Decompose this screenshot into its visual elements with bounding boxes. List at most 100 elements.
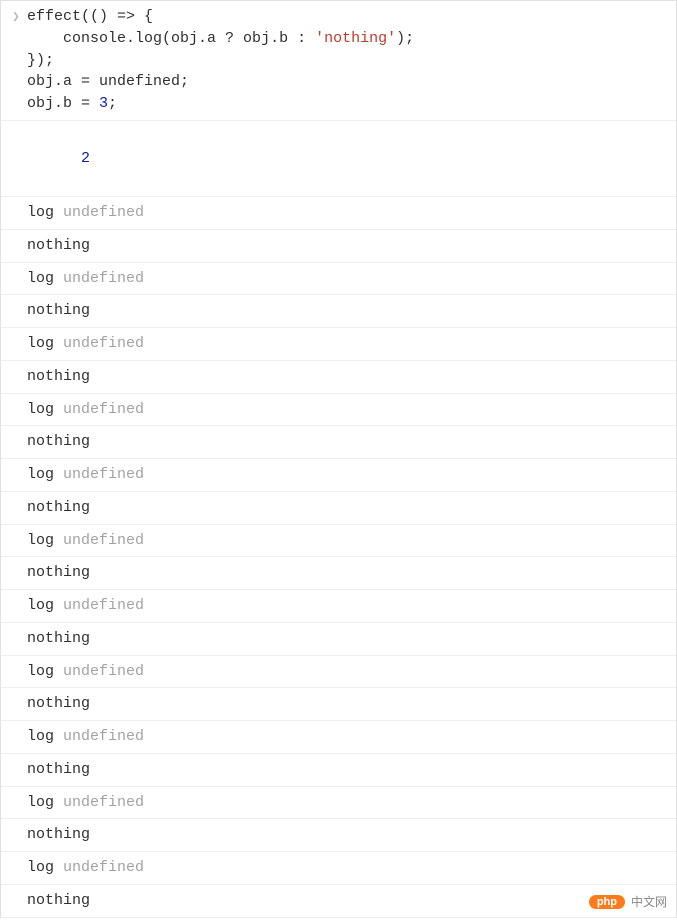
log-value: undefined bbox=[54, 663, 144, 680]
log-method-label: log bbox=[27, 335, 54, 352]
console-input-row[interactable]: ❯ effect(() => { console.log(obj.a ? obj… bbox=[1, 1, 676, 121]
msg-gutter bbox=[5, 759, 27, 761]
log-gutter bbox=[5, 792, 27, 794]
console-message-row[interactable]: nothing bbox=[1, 492, 676, 525]
console-log-content: log undefined bbox=[27, 661, 668, 683]
code-token: effect bbox=[27, 8, 81, 25]
console-log-row[interactable]: log undefined bbox=[1, 656, 676, 689]
console-message-content: nothing bbox=[27, 497, 668, 519]
console-log-row[interactable]: log undefined bbox=[1, 590, 676, 623]
console-log-row[interactable]: log undefined bbox=[1, 328, 676, 361]
code-token: obj.b = bbox=[27, 95, 99, 112]
msg-gutter bbox=[5, 431, 27, 433]
log-method-label: log bbox=[27, 597, 54, 614]
console-log-row[interactable]: log undefined bbox=[1, 525, 676, 558]
console-log-row[interactable]: log undefined bbox=[1, 394, 676, 427]
console-log-content: log undefined bbox=[27, 595, 668, 617]
code-token: }); bbox=[27, 52, 54, 69]
console-log-content: log undefined bbox=[27, 268, 668, 290]
console-message-row[interactable]: nothing bbox=[1, 885, 676, 918]
console-message-content: nothing bbox=[27, 890, 668, 912]
console-log-content: log undefined bbox=[27, 530, 668, 552]
log-value: undefined bbox=[54, 270, 144, 287]
console-message-row[interactable]: nothing bbox=[1, 295, 676, 328]
log-gutter bbox=[5, 399, 27, 401]
message-text: nothing bbox=[27, 630, 90, 647]
console-log-row[interactable]: log undefined bbox=[1, 852, 676, 885]
log-value: undefined bbox=[54, 728, 144, 745]
console-message-row[interactable]: nothing bbox=[1, 819, 676, 852]
message-text: nothing bbox=[27, 368, 90, 385]
console-message-row[interactable]: nothing bbox=[1, 230, 676, 263]
result-number: 2 bbox=[81, 150, 90, 167]
log-gutter bbox=[5, 202, 27, 204]
log-method-label: log bbox=[27, 401, 54, 418]
code-number-token: 3 bbox=[99, 95, 108, 112]
console-message-row[interactable]: nothing bbox=[1, 688, 676, 721]
console-message-content: nothing bbox=[27, 431, 668, 453]
log-method-label: log bbox=[27, 859, 54, 876]
msg-gutter bbox=[5, 824, 27, 826]
msg-gutter bbox=[5, 693, 27, 695]
console-log-content: log undefined bbox=[27, 202, 668, 224]
msg-gutter bbox=[5, 890, 27, 892]
console-message-row[interactable]: nothing bbox=[1, 623, 676, 656]
console-result-row[interactable]: 2 bbox=[1, 121, 676, 197]
console-message-content: nothing bbox=[27, 824, 668, 846]
message-text: nothing bbox=[27, 761, 90, 778]
msg-gutter bbox=[5, 628, 27, 630]
log-gutter bbox=[5, 530, 27, 532]
console-log-content: log undefined bbox=[27, 726, 668, 748]
log-gutter bbox=[5, 464, 27, 466]
message-text: nothing bbox=[27, 433, 90, 450]
console-input-code[interactable]: effect(() => { console.log(obj.a ? obj.b… bbox=[27, 6, 668, 115]
log-method-label: log bbox=[27, 794, 54, 811]
console-log-content: log undefined bbox=[27, 399, 668, 421]
msg-gutter bbox=[5, 300, 27, 302]
console-message-content: nothing bbox=[27, 562, 668, 584]
msg-gutter bbox=[5, 562, 27, 564]
code-token: obj.a = bbox=[27, 73, 99, 90]
console-log-row[interactable]: log undefined bbox=[1, 459, 676, 492]
console-message-content: nothing bbox=[27, 628, 668, 650]
console-result-value: 2 bbox=[27, 126, 668, 191]
console-message-row[interactable]: nothing bbox=[1, 361, 676, 394]
log-gutter bbox=[5, 726, 27, 728]
log-method-label: log bbox=[27, 728, 54, 745]
log-method-label: log bbox=[27, 466, 54, 483]
code-token: ; bbox=[180, 73, 189, 90]
console-log-row[interactable]: log undefined bbox=[1, 721, 676, 754]
message-text: nothing bbox=[27, 237, 90, 254]
message-text: nothing bbox=[27, 826, 90, 843]
console-message-row[interactable]: nothing bbox=[1, 754, 676, 787]
msg-gutter bbox=[5, 235, 27, 237]
log-value: undefined bbox=[54, 859, 144, 876]
log-value: undefined bbox=[54, 335, 144, 352]
console-message-row[interactable]: nothing bbox=[1, 557, 676, 590]
log-method-label: log bbox=[27, 532, 54, 549]
code-token: ); bbox=[396, 30, 414, 47]
message-text: nothing bbox=[27, 564, 90, 581]
message-text: nothing bbox=[27, 892, 90, 909]
log-value: undefined bbox=[54, 466, 144, 483]
code-string-token: 'nothing' bbox=[315, 30, 396, 47]
log-value: undefined bbox=[54, 597, 144, 614]
console-log-row[interactable]: log undefined bbox=[1, 197, 676, 230]
console-message-content: nothing bbox=[27, 759, 668, 781]
console-log-content: log undefined bbox=[27, 857, 668, 879]
console-log-content: log undefined bbox=[27, 464, 668, 486]
console-log-row[interactable]: log undefined bbox=[1, 263, 676, 296]
console-message-row[interactable]: nothing bbox=[1, 426, 676, 459]
code-token: (() => { bbox=[81, 8, 153, 25]
log-gutter bbox=[5, 595, 27, 597]
console-output-container: log undefinednothinglog undefinednothing… bbox=[1, 197, 676, 918]
log-gutter bbox=[5, 333, 27, 335]
console-log-row[interactable]: log undefined bbox=[1, 787, 676, 820]
log-value: undefined bbox=[54, 204, 144, 221]
input-chevron-icon: ❯ bbox=[5, 6, 27, 27]
msg-gutter bbox=[5, 366, 27, 368]
log-method-label: log bbox=[27, 270, 54, 287]
log-gutter bbox=[5, 857, 27, 859]
message-text: nothing bbox=[27, 695, 90, 712]
log-value: undefined bbox=[54, 401, 144, 418]
